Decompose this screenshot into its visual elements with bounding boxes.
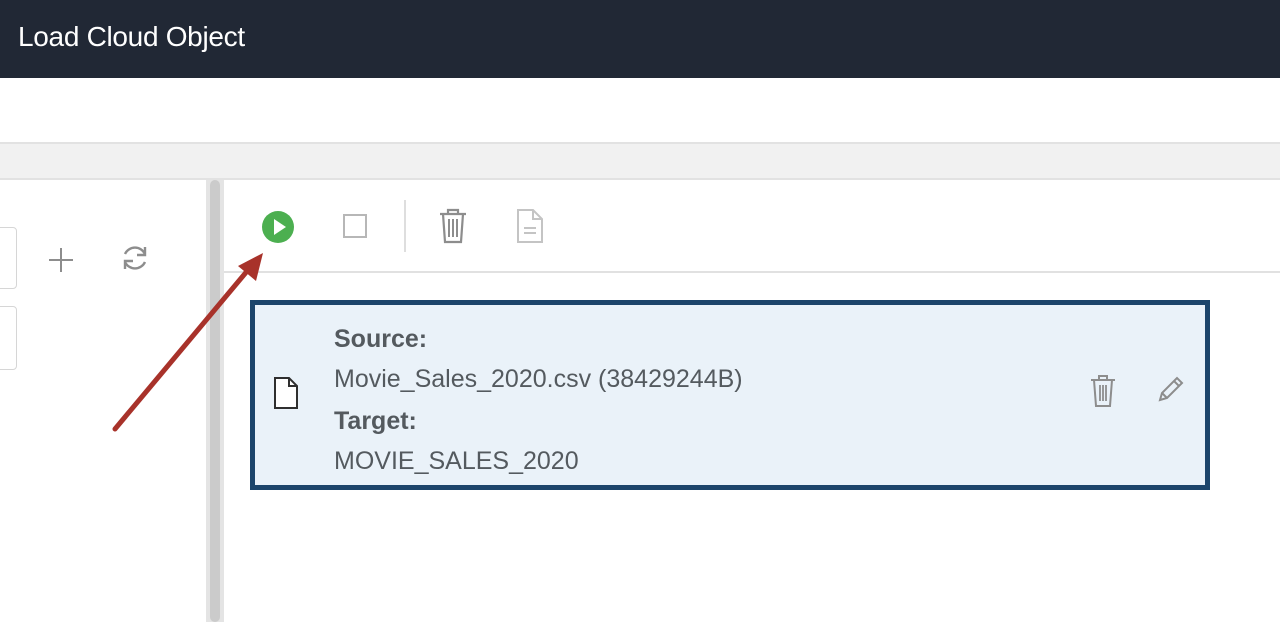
edit-icon[interactable] [1154,374,1186,406]
file-icon [274,377,298,409]
load-task-card[interactable]: Source: Movie_Sales_2020.csv (38429244B)… [250,300,1210,490]
target-label: Target: [334,407,417,435]
delete-icon[interactable] [436,207,470,245]
stop-icon[interactable] [342,213,368,239]
source-label: Source: [334,325,428,353]
filter-input[interactable] [0,306,17,370]
task-toolbar [224,180,1280,273]
sub-header [0,78,1280,142]
panel-splitter[interactable] [206,180,224,622]
source-value: Movie_Sales_2020.csv (38429244B) [334,365,743,393]
app-header: Load Cloud Object [0,0,1280,78]
delete-icon[interactable] [1088,373,1118,409]
splitter-grip[interactable] [210,180,220,622]
document-icon[interactable] [515,208,545,244]
left-panel [0,180,206,622]
refresh-icon[interactable] [118,241,152,275]
plus-icon[interactable] [45,244,77,276]
toolbar-divider [404,200,406,252]
bucket-select[interactable] [0,227,17,289]
right-panel: Source: Movie_Sales_2020.csv (38429244B)… [224,180,1280,622]
run-icon[interactable] [261,210,295,244]
target-value: MOVIE_SALES_2020 [334,447,579,475]
tab-strip [0,142,1280,180]
page-title: Load Cloud Object [18,21,245,52]
